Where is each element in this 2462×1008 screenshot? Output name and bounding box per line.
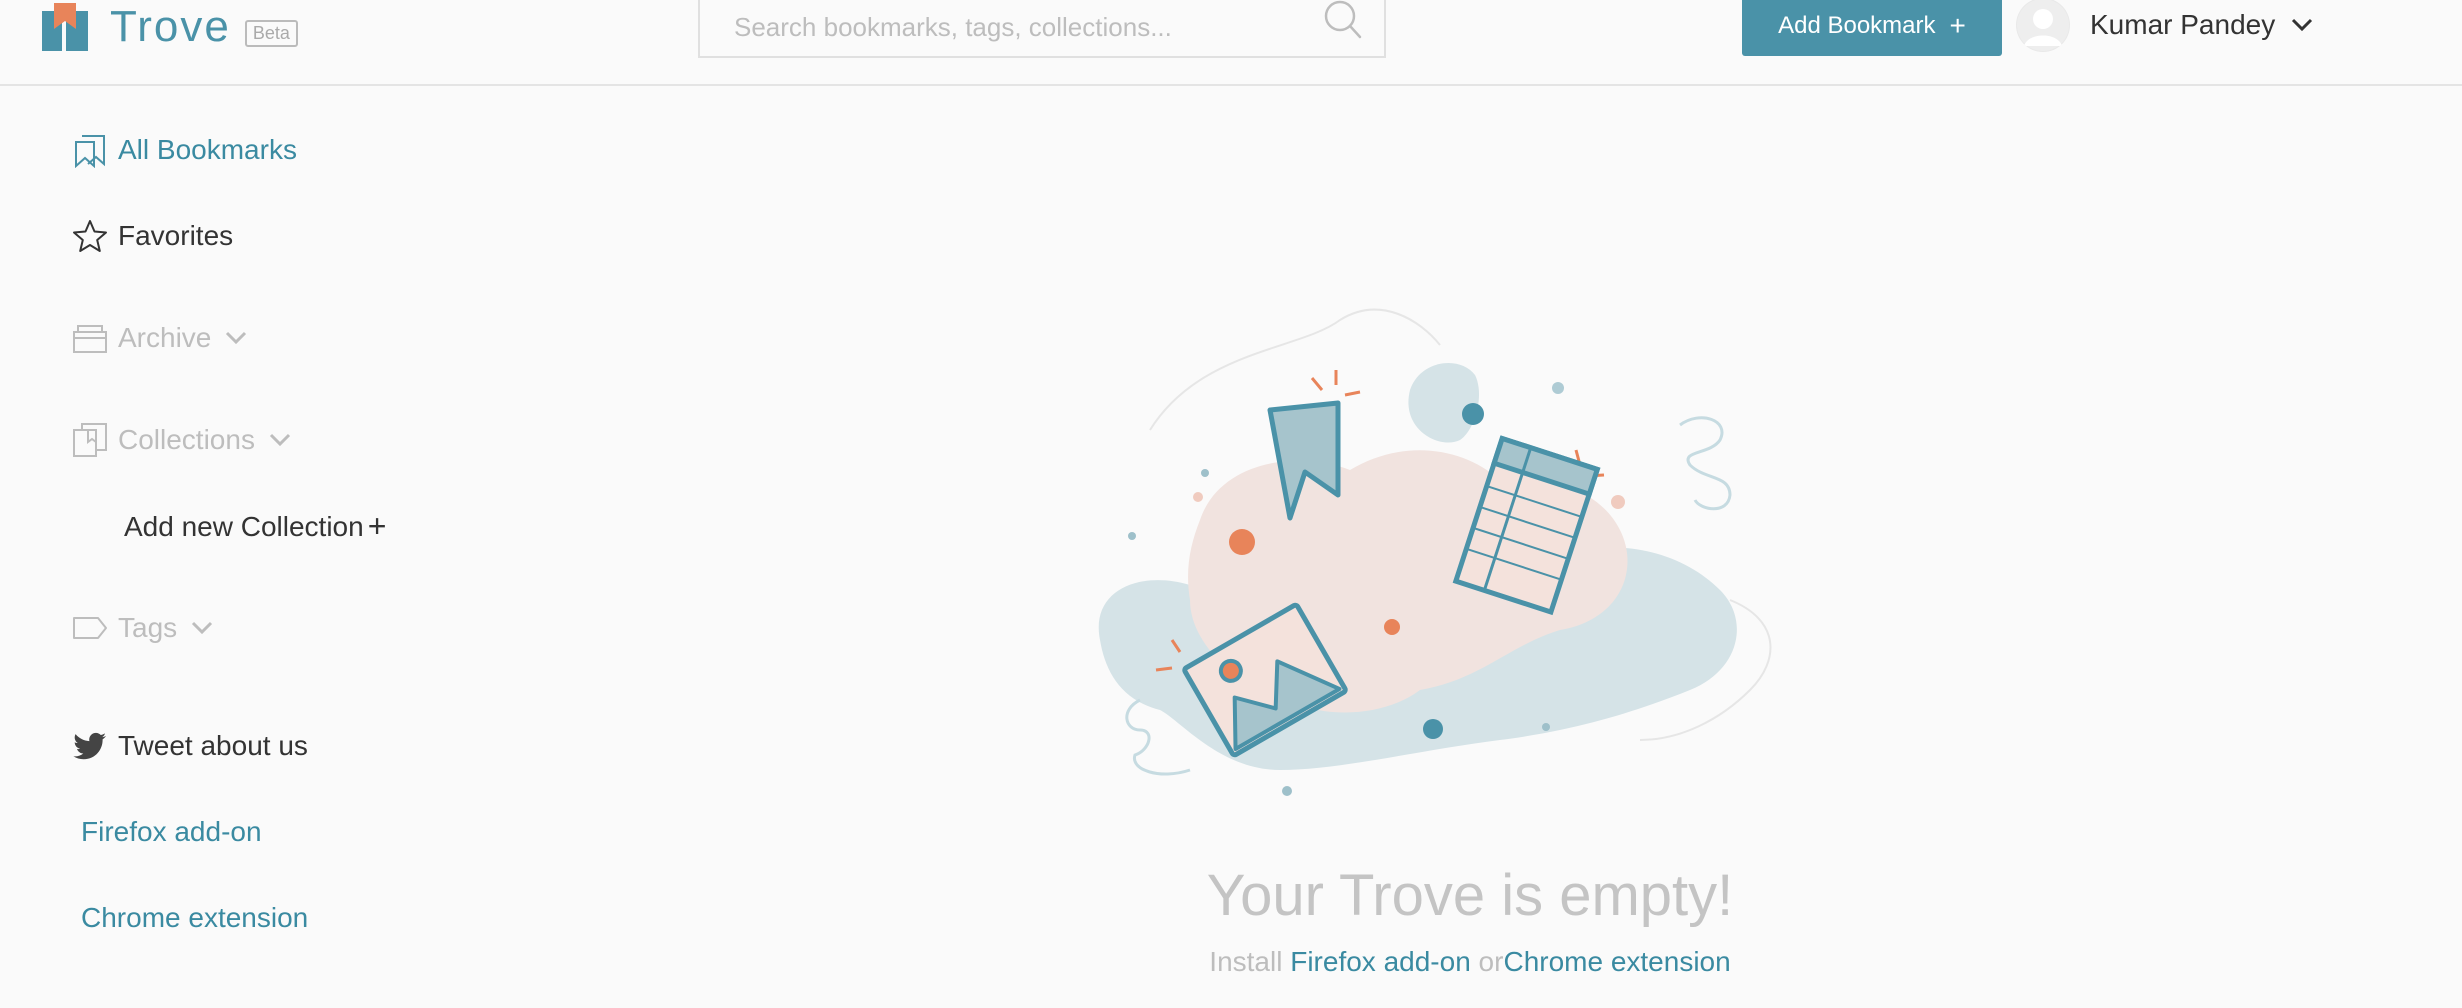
user-avatar-icon (2017, 0, 2069, 51)
user-menu[interactable]: Kumar Pandey (2016, 0, 2313, 56)
plus-icon: + (1949, 10, 1966, 41)
empty-state-illustration (1098, 308, 1772, 796)
archive-icon (73, 325, 107, 353)
star-icon (73, 220, 107, 252)
chevron-down-icon[interactable] (269, 433, 291, 447)
sidebar-item-tags[interactable]: Tags (72, 610, 213, 646)
chevron-down-icon[interactable] (191, 621, 213, 635)
sidebar-item-tweet[interactable]: Tweet about us (72, 728, 308, 764)
install-or: or (1470, 946, 1504, 977)
chevron-down-icon[interactable] (2291, 18, 2313, 32)
plus-icon: + (367, 508, 387, 544)
empty-state-subtitle: Install Firefox add-on orChrome extensio… (0, 946, 2462, 978)
logo-text: Trove (110, 2, 231, 51)
search-box[interactable] (698, 0, 1386, 58)
sidebar-item-label: Archive (118, 322, 212, 353)
avatar[interactable] (2016, 0, 2070, 52)
beta-badge: Beta (244, 19, 298, 47)
sidebar-item-label: Tweet about us (118, 730, 308, 761)
add-bookmark-button[interactable]: Add Bookmark + (1742, 0, 2002, 56)
sidebar-item-label: Collections (118, 424, 255, 455)
top-header: Trove Beta Add Bookmark + Kumar Pandey (0, 0, 2462, 86)
search-icon[interactable] (1320, 0, 1364, 42)
sidebar-item-all-bookmarks[interactable]: All Bookmarks (72, 132, 297, 168)
user-name[interactable]: Kumar Pandey (2090, 9, 2275, 41)
search-input[interactable] (732, 6, 1316, 48)
sidebar-item-archive[interactable]: Archive (72, 320, 247, 356)
trove-logo[interactable]: Trove Beta (42, 2, 298, 52)
sidebar-item-collections[interactable]: Collections (72, 422, 291, 458)
collections-icon (73, 423, 107, 457)
add-collection-button[interactable]: Add new Collection + (124, 508, 386, 545)
chevron-down-icon[interactable] (225, 331, 247, 345)
install-firefox-link[interactable]: Firefox add-on (1290, 946, 1471, 977)
bookmarks-icon (75, 135, 105, 168)
sidebar-item-label: Tags (118, 612, 178, 643)
tag-icon (73, 617, 107, 639)
sidebar-item-favorites[interactable]: Favorites (72, 218, 233, 254)
install-chrome-link[interactable]: Chrome extension (1503, 946, 1730, 977)
twitter-icon (73, 732, 106, 760)
sidebar-item-label: All Bookmarks (118, 134, 297, 165)
sidebar-item-label: Favorites (118, 220, 234, 251)
install-prefix: Install (1209, 946, 1291, 977)
add-bookmark-label: Add Bookmark (1778, 12, 1936, 39)
empty-state-title: Your Trove is empty! (1206, 863, 1734, 928)
trove-logo-icon (42, 3, 88, 51)
firefox-addon-link[interactable]: Firefox add-on (81, 816, 262, 848)
add-collection-label: Add new Collection (124, 510, 364, 542)
